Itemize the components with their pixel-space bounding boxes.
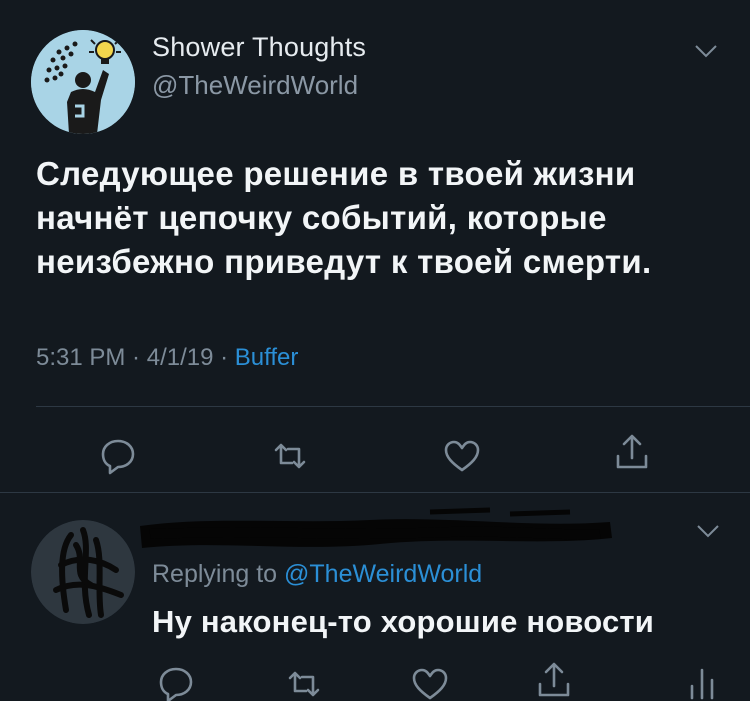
mention-link[interactable]: @TheWeirdWorld — [284, 560, 482, 588]
author-name[interactable]: Shower Thoughts — [152, 32, 366, 63]
redaction-scribble — [140, 507, 612, 548]
divider — [36, 406, 750, 407]
reply-icon[interactable] — [98, 436, 138, 476]
like-icon[interactable] — [442, 436, 482, 476]
retweet-icon[interactable] — [284, 664, 324, 701]
meta-separator: · — [125, 344, 147, 371]
retweet-icon[interactable] — [270, 436, 310, 476]
tweet-text: Следующее решение в твоей жизни начнёт ц… — [36, 155, 652, 280]
chevron-down-icon[interactable] — [694, 44, 718, 58]
divider — [0, 492, 750, 493]
tweet-time: 5:31 PM — [36, 344, 126, 371]
share-icon[interactable] — [612, 432, 652, 472]
meta-separator: · — [213, 344, 235, 371]
shower-thoughts-logo-icon — [31, 30, 135, 134]
reply-text: Ну наконец-то хорошие новости — [152, 604, 655, 639]
tweet-source-link[interactable]: Buffer — [235, 344, 299, 371]
analytics-icon[interactable] — [682, 662, 722, 701]
chevron-down-icon[interactable] — [696, 524, 720, 538]
tweet-meta: 5:31 PM · 4/1/19 · Buffer — [36, 344, 298, 372]
reply-icon[interactable] — [156, 664, 196, 701]
avatar[interactable] — [31, 520, 135, 624]
tweet-thread: Shower Thoughts @TheWeirdWorld Следующее… — [0, 0, 750, 701]
avatar[interactable] — [31, 30, 135, 134]
share-icon[interactable] — [534, 660, 574, 700]
tweet-date: 4/1/19 — [146, 344, 214, 371]
replying-prefix: Replying to — [152, 560, 285, 588]
scribbled-avatar-icon — [31, 520, 135, 624]
replying-to: Replying to @TheWeirdWorld — [152, 560, 482, 589]
author-handle[interactable]: @TheWeirdWorld — [152, 70, 358, 101]
like-icon[interactable] — [410, 664, 450, 701]
